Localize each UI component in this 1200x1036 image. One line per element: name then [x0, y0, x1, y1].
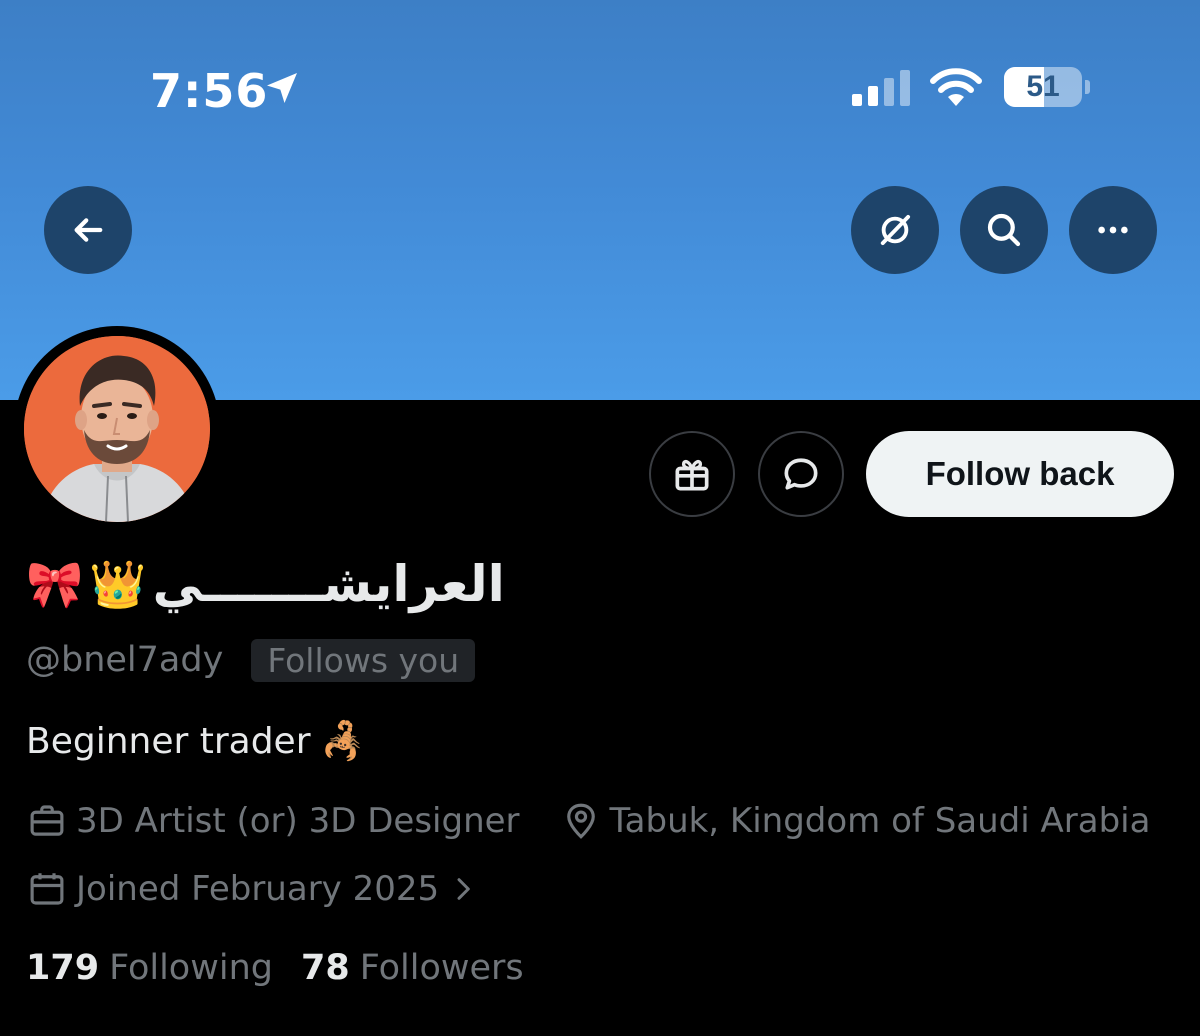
location-pin-icon	[566, 803, 595, 839]
wifi-icon	[930, 68, 982, 106]
joined-row[interactable]: Joined February 2025	[26, 868, 479, 910]
location-arrow-icon	[267, 73, 297, 103]
chevron-right-icon	[457, 878, 470, 900]
joined-text: Joined February 2025	[76, 869, 440, 909]
cellular-signal-icon	[852, 70, 910, 106]
more-options-button[interactable]	[1069, 186, 1157, 274]
bio: Beginner trader 🦂	[26, 720, 366, 763]
profile-meta-row: 3D Artist (or) 3D Designer Tabuk, Kingdo…	[26, 800, 1150, 842]
grok-button[interactable]	[851, 186, 939, 274]
status-bar: 7:56 51	[0, 0, 1200, 180]
more-icon	[1098, 226, 1128, 234]
avatar-illustration	[24, 336, 210, 522]
gift-icon	[675, 459, 709, 491]
handle-row: @bnel7ady Follows you	[26, 634, 476, 686]
message-button[interactable]	[758, 431, 844, 517]
location-text: Tabuk, Kingdom of Saudi Arabia	[609, 801, 1151, 841]
crown-emoji: 👑	[89, 556, 147, 611]
battery-percentage: 51	[1026, 70, 1060, 103]
battery-indicator: 51	[1004, 67, 1082, 107]
display-name-text: العرايشـــــــي	[152, 555, 505, 613]
calendar-icon	[30, 873, 64, 905]
avatar[interactable]	[24, 336, 210, 522]
followers-label: Followers	[359, 948, 524, 988]
grok-icon	[880, 214, 911, 246]
follows-you-badge: Follows you	[251, 638, 476, 682]
followers-count: 78	[300, 948, 350, 988]
ribbon-emoji: 🎀	[26, 556, 84, 611]
location-item: Tabuk, Kingdom of Saudi Arabia	[560, 800, 1151, 842]
search-icon	[987, 213, 1021, 247]
search-button[interactable]	[960, 186, 1048, 274]
display-name: 🎀 👑 العرايشـــــــي	[26, 548, 505, 620]
message-icon	[784, 458, 818, 490]
briefcase-icon	[30, 805, 64, 836]
gift-button[interactable]	[649, 431, 735, 517]
followers-link[interactable]: 78 Followers	[301, 948, 524, 988]
profession-text: 3D Artist (or) 3D Designer	[76, 801, 520, 841]
following-link[interactable]: 179 Following	[26, 948, 273, 988]
username-handle: @bnel7ady	[26, 640, 224, 680]
bio-text: Beginner trader	[26, 720, 311, 762]
arrow-left-icon	[74, 218, 103, 242]
back-button[interactable]	[44, 186, 132, 274]
joined-item[interactable]: Joined February 2025	[26, 868, 479, 910]
following-count: 179	[26, 948, 100, 988]
profession-item: 3D Artist (or) 3D Designer	[26, 800, 520, 842]
follow-stats: 179 Following 78 Followers	[26, 948, 524, 988]
battery-cap	[1085, 80, 1090, 94]
following-label: Following	[109, 948, 273, 988]
status-time: 7:56	[150, 64, 269, 118]
follow-back-button[interactable]: Follow back	[866, 431, 1174, 517]
scorpion-emoji: 🦂	[320, 721, 366, 762]
